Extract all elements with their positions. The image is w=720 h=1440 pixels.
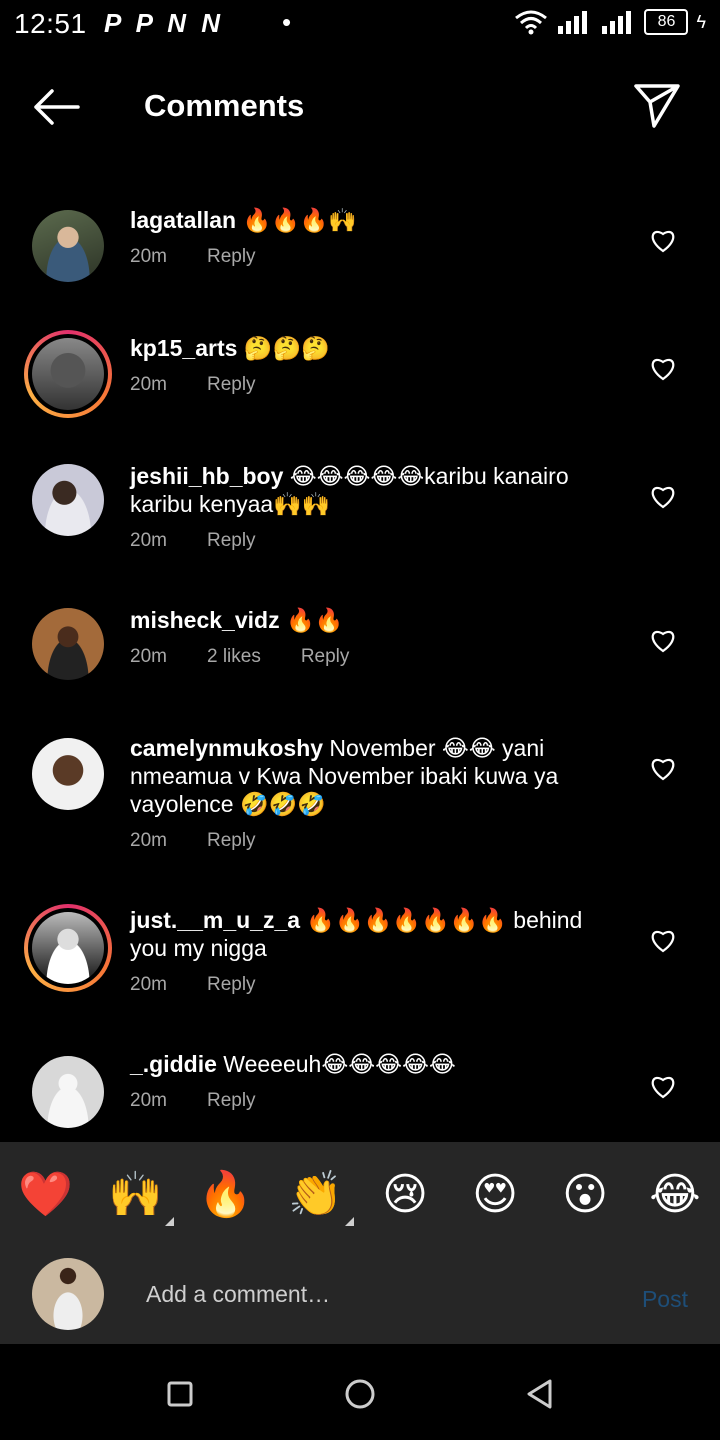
- tears-of-joy-emoji[interactable]: 😂: [648, 1168, 702, 1222]
- back-triangle-icon[interactable]: [520, 1374, 560, 1414]
- comment-time: 20m: [130, 374, 167, 395]
- variants-indicator-icon: [345, 1217, 354, 1226]
- comment-username[interactable]: kp15_arts: [130, 335, 237, 361]
- comments-list[interactable]: lagatallan 🔥🔥🔥🙌 20m Reply kp15_arts 🤔🤔🤔 …: [0, 180, 720, 1140]
- comment-username[interactable]: camelynmukoshy: [130, 735, 323, 761]
- comment-composer: Post: [0, 1246, 720, 1344]
- page-title: Comments: [144, 88, 305, 123]
- heart-icon[interactable]: [650, 485, 676, 509]
- fire-emoji[interactable]: 🔥: [198, 1168, 253, 1222]
- reply-button[interactable]: Reply: [207, 530, 256, 552]
- heart-icon[interactable]: [650, 357, 676, 381]
- home-circle-icon[interactable]: [340, 1374, 380, 1414]
- recents-square-icon[interactable]: [160, 1374, 200, 1414]
- comment-username[interactable]: lagatallan: [130, 207, 236, 233]
- heart-icon[interactable]: [650, 757, 676, 781]
- heart-icon[interactable]: [650, 929, 676, 953]
- signal-icon-2: [602, 11, 632, 34]
- comment-item: kp15_arts 🤔🤔🤔 20m Reply: [0, 330, 720, 434]
- my-avatar: [32, 1258, 104, 1330]
- comment-item: lagatallan 🔥🔥🔥🙌 20m Reply: [0, 206, 720, 306]
- heart-icon[interactable]: [650, 1075, 676, 1099]
- avatar[interactable]: [26, 732, 110, 816]
- reply-button[interactable]: Reply: [207, 974, 256, 996]
- raising-hands-glyph: 🙌: [108, 1170, 163, 1219]
- avatar[interactable]: [24, 330, 112, 418]
- comment-username[interactable]: jeshii_hb_boy: [130, 463, 283, 489]
- heart-icon[interactable]: [650, 229, 676, 253]
- signal-icon: [558, 11, 588, 34]
- charging-icon: ϟ: [696, 11, 706, 32]
- comment-time: 20m: [130, 530, 167, 551]
- avatar[interactable]: [26, 1050, 110, 1134]
- heart-eyes-emoji[interactable]: 😍: [468, 1168, 522, 1222]
- comment-time: 20m: [130, 974, 167, 995]
- comment-username[interactable]: just.__m_u_z_a: [130, 907, 300, 933]
- red-heart-emoji[interactable]: ❤️: [18, 1168, 73, 1222]
- comment-input[interactable]: [144, 1270, 588, 1318]
- arrow-left-icon[interactable]: [28, 82, 84, 132]
- comment-item: misheck_vidz 🔥🔥 20m 2 likes Reply: [0, 606, 720, 706]
- clapping-hands-glyph: 👏: [288, 1170, 343, 1219]
- comment-item: camelynmukoshy November 😂😂 yani nmeamua …: [0, 734, 720, 884]
- paper-plane-icon[interactable]: [632, 80, 682, 130]
- reply-button[interactable]: Reply: [207, 1090, 256, 1112]
- comment-time: 20m: [130, 1090, 167, 1111]
- comment-time: 20m: [130, 646, 167, 667]
- more-notifications-dot: •: [282, 7, 292, 37]
- reply-button[interactable]: Reply: [207, 246, 256, 268]
- quick-reactions-bar: ❤️ 🙌 🔥 👏 😢 😍 😮 😂: [0, 1142, 720, 1246]
- status-bar: 12:51 P P N N • 86 ϟ: [0, 0, 720, 52]
- open-mouth-emoji[interactable]: 😮: [558, 1168, 612, 1222]
- header: Comments: [0, 60, 720, 152]
- clapping-hands-emoji[interactable]: 👏: [288, 1168, 354, 1226]
- comment-text: 🔥🔥🔥🙌: [236, 207, 358, 233]
- avatar[interactable]: [26, 602, 110, 686]
- avatar[interactable]: [24, 904, 112, 992]
- comment-item: just.__m_u_z_a 🔥🔥🔥🔥🔥🔥🔥 behind you my nig…: [0, 904, 720, 1026]
- reply-button[interactable]: Reply: [207, 830, 256, 852]
- heart-icon[interactable]: [650, 629, 676, 653]
- comment-text: 🔥🔥: [279, 607, 344, 633]
- comment-item: _.giddie Weeeeuh😂😂😂😂😂 20m Reply: [0, 1050, 720, 1140]
- comment-time: 20m: [130, 246, 167, 267]
- battery-icon: 86: [644, 9, 689, 35]
- comment-text: Weeeeuh😂😂😂😂😂: [216, 1051, 456, 1077]
- reply-button[interactable]: Reply: [207, 374, 256, 396]
- status-time: 12:51: [14, 8, 87, 39]
- wifi-icon: [515, 10, 548, 35]
- system-nav-bar: [0, 1344, 720, 1440]
- comment-item: jeshii_hb_boy 😂😂😂😂😂karibu kanairo karibu…: [0, 462, 720, 582]
- crying-face-emoji[interactable]: 😢: [378, 1168, 432, 1222]
- status-right: 86 ϟ: [514, 9, 706, 35]
- avatar[interactable]: [26, 204, 110, 288]
- comment-username[interactable]: misheck_vidz: [130, 607, 280, 633]
- raising-hands-emoji[interactable]: 🙌: [108, 1168, 174, 1226]
- reply-button[interactable]: Reply: [301, 646, 350, 668]
- comment-username[interactable]: _.giddie: [130, 1051, 217, 1077]
- avatar[interactable]: [26, 458, 110, 542]
- comment-text: 🤔🤔🤔: [237, 335, 330, 361]
- notification-icons: P P N N: [104, 8, 224, 38]
- variants-indicator-icon: [165, 1217, 174, 1226]
- post-button[interactable]: Post: [642, 1286, 688, 1313]
- comment-time: 20m: [130, 830, 167, 851]
- comment-likes[interactable]: 2 likes: [207, 646, 261, 668]
